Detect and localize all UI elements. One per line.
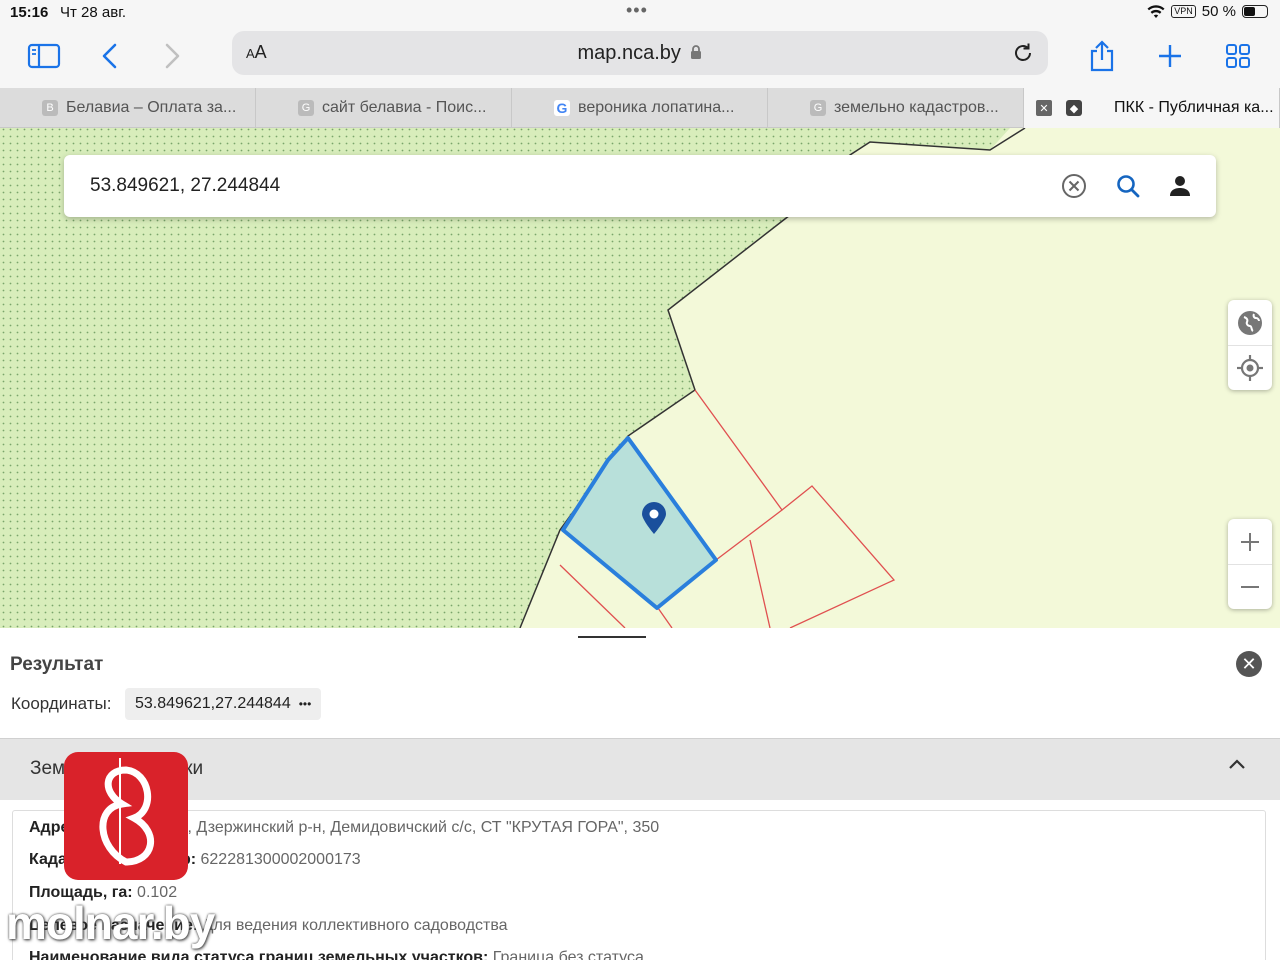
vpn-badge: VPN bbox=[1171, 5, 1196, 18]
watermark-logo bbox=[64, 752, 188, 880]
land-parcels-section-header[interactable]: Земельные участки bbox=[0, 738, 1280, 800]
tab-overview-icon[interactable] bbox=[1218, 36, 1258, 76]
favicon-icon: B bbox=[42, 100, 58, 116]
tab-label: Белавиа – Оплата за... bbox=[66, 99, 237, 116]
zoom-controls bbox=[1228, 519, 1272, 609]
watermark-text: molnar.by bbox=[6, 897, 215, 949]
url-text[interactable]: map.nca.by bbox=[232, 42, 1048, 65]
chevron-up-icon[interactable] bbox=[1228, 757, 1246, 775]
tab-google-search[interactable]: G вероника лопатина... bbox=[512, 88, 768, 128]
tab-label: ПКК - Публичная ка... bbox=[1114, 99, 1274, 116]
tab-label: вероника лопатина... bbox=[578, 99, 735, 116]
close-tab-icon[interactable]: ✕ bbox=[1036, 100, 1052, 116]
search-input[interactable]: 53.849621, 27.244844 bbox=[90, 175, 280, 197]
panel-drag-handle[interactable] bbox=[578, 636, 646, 638]
globe-layers-icon[interactable] bbox=[1228, 300, 1272, 345]
tab-belavia-search[interactable]: G сайт белавиа - Поис... bbox=[256, 88, 512, 128]
address-bar[interactable]: AA map.nca.by bbox=[232, 31, 1048, 75]
zoom-in-button[interactable] bbox=[1228, 519, 1272, 564]
status-time: 15:16 bbox=[10, 4, 49, 21]
user-account-icon[interactable] bbox=[1164, 170, 1196, 202]
battery-icon bbox=[1242, 5, 1268, 18]
result-title: Результат bbox=[10, 654, 104, 675]
close-result-icon[interactable]: ✕ bbox=[1236, 651, 1262, 677]
tab-bar: B Белавиа – Оплата за... G сайт белавиа … bbox=[0, 88, 1280, 128]
tab-label: земельно кадастров... bbox=[834, 99, 999, 116]
coords-label: Координаты: bbox=[11, 694, 112, 713]
tab-pkk-active[interactable]: ✕ ◆ ПКК - Публичная ка... bbox=[1024, 88, 1280, 128]
map-layer-controls bbox=[1228, 300, 1272, 390]
search-icon[interactable] bbox=[1112, 170, 1144, 202]
google-icon: G bbox=[554, 100, 570, 116]
map-search-box: 53.849621, 27.244844 bbox=[64, 155, 1216, 217]
my-location-icon[interactable] bbox=[1228, 345, 1272, 390]
tab-cadastre-search[interactable]: G земельно кадастров... bbox=[768, 88, 1024, 128]
clear-search-icon[interactable] bbox=[1058, 170, 1090, 202]
zoom-out-button[interactable] bbox=[1228, 564, 1272, 609]
battery-fill bbox=[1244, 7, 1255, 16]
new-tab-icon[interactable] bbox=[1150, 36, 1190, 76]
battery-percent: 50 % bbox=[1201, 3, 1236, 20]
field-boundary-status: Наименование вида статуса границ земельн… bbox=[29, 949, 644, 960]
wifi-icon bbox=[1147, 4, 1165, 18]
coords-value: 53.849621,27.244844 bbox=[135, 695, 291, 712]
favicon-icon: G bbox=[298, 100, 314, 116]
coords-chip[interactable]: 53.849621,27.244844 ••• bbox=[125, 688, 322, 720]
status-right: VPN 50 % bbox=[1147, 3, 1268, 20]
multitask-dots[interactable]: ••• bbox=[626, 0, 648, 21]
status-date: Чт 28 авг. bbox=[60, 4, 127, 21]
forward-icon[interactable] bbox=[152, 36, 192, 76]
share-icon[interactable] bbox=[1082, 36, 1122, 76]
tab-label: сайт белавиа - Поис... bbox=[322, 99, 487, 116]
pkk-favicon-icon: ◆ bbox=[1066, 100, 1082, 116]
tab-belavia-payment[interactable]: B Белавиа – Оплата за... bbox=[0, 88, 256, 128]
status-bar: 15:16 Чт 28 авг. ••• VPN 50 % bbox=[0, 0, 1280, 26]
browser-toolbar: AA map.nca.by bbox=[0, 26, 1280, 88]
reload-icon[interactable] bbox=[1012, 42, 1034, 69]
back-icon[interactable] bbox=[90, 36, 130, 76]
sidebar-icon[interactable] bbox=[24, 36, 64, 76]
favicon-icon: G bbox=[810, 100, 826, 116]
more-options-icon[interactable]: ••• bbox=[299, 697, 312, 711]
lock-icon bbox=[691, 45, 702, 59]
